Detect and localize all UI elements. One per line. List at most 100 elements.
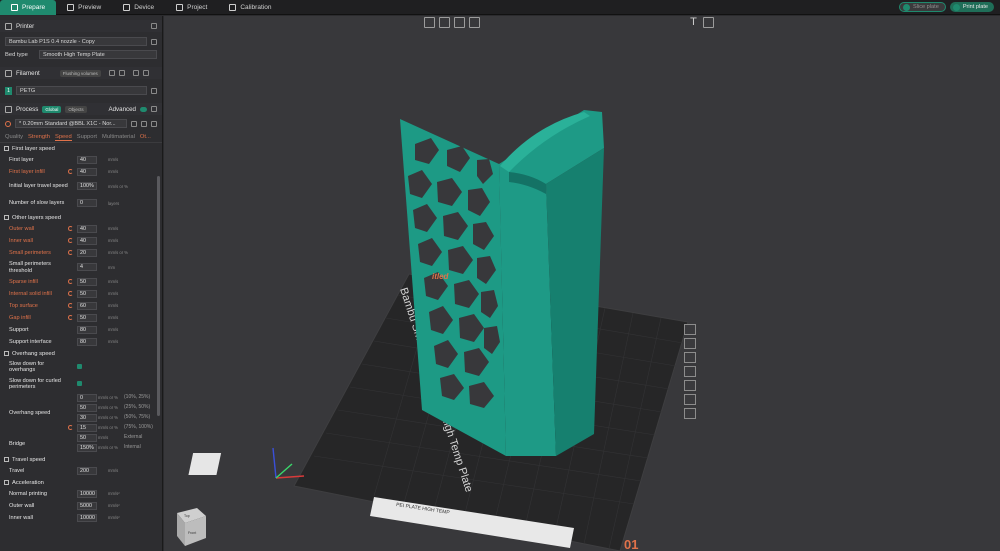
reset-icon[interactable] bbox=[68, 226, 73, 231]
param-input[interactable]: 50 bbox=[77, 314, 97, 322]
printer-select[interactable]: Bambu Lab P1S 0.4 nozzle - Copy bbox=[5, 37, 147, 46]
reset-icon[interactable] bbox=[68, 425, 73, 430]
param-input[interactable]: 80 bbox=[77, 338, 97, 346]
param-input[interactable]: 4 bbox=[77, 263, 97, 271]
print-plate-button[interactable]: Print plate bbox=[949, 2, 994, 12]
slow-down-curled-checkbox[interactable] bbox=[77, 381, 82, 386]
reset-icon[interactable] bbox=[68, 169, 73, 174]
tab-others[interactable]: Ot... bbox=[140, 134, 151, 140]
reset-icon[interactable] bbox=[68, 291, 73, 296]
bed-type-row: Bed type Smooth High Temp Plate bbox=[0, 49, 162, 60]
tab-device[interactable]: Device bbox=[112, 0, 165, 15]
slice-plate-button[interactable]: Slice plate bbox=[899, 2, 946, 12]
close-icon[interactable] bbox=[684, 324, 696, 335]
orient-plate-icon[interactable] bbox=[684, 352, 696, 363]
filament-settings-icon[interactable] bbox=[142, 70, 149, 76]
global-toggle[interactable]: Global bbox=[42, 105, 62, 113]
edit-filament-icon[interactable] bbox=[151, 87, 157, 94]
param-row: Top surface 60 mm/s bbox=[9, 302, 119, 310]
flushing-volumes-button[interactable]: Flushing volumes bbox=[59, 69, 101, 77]
param-row: 150% mm/s or % Internal bbox=[0, 443, 160, 453]
tab-multimaterial[interactable]: Multimaterial bbox=[102, 134, 135, 140]
param-input[interactable]: 0 bbox=[77, 199, 97, 207]
param-input[interactable]: 40 bbox=[77, 168, 97, 176]
tab-speed[interactable]: Speed bbox=[54, 134, 72, 141]
param-input[interactable]: 50 bbox=[77, 404, 97, 412]
param-input[interactable]: 40 bbox=[77, 225, 97, 233]
param-row: Outer wall 5000 mm/s² bbox=[9, 502, 120, 510]
3d-viewport[interactable]: T Bambu Smooth PEI Plate | High Temp Pla… bbox=[164, 16, 1000, 551]
save-profile-icon[interactable] bbox=[131, 120, 137, 127]
filament-section-header: Filament Flushing volumes bbox=[0, 67, 162, 79]
plate-number: 01 bbox=[624, 537, 638, 551]
param-input[interactable]: 10000 bbox=[77, 514, 97, 522]
process-settings-icon[interactable] bbox=[151, 106, 157, 112]
param-row: Slow down for overhangs bbox=[0, 359, 162, 375]
param-input[interactable]: 100% bbox=[77, 182, 97, 190]
slow-down-overhangs-checkbox[interactable] bbox=[77, 364, 82, 369]
param-row: 30 mm/s or % (50%, 75%) bbox=[0, 413, 160, 423]
process-section-header: Process Global Objects Advanced bbox=[0, 103, 162, 115]
param-input[interactable]: 30 bbox=[77, 414, 97, 422]
dropdown-icon[interactable] bbox=[903, 3, 910, 11]
settings-icon[interactable] bbox=[684, 380, 696, 391]
sync-filament-icon[interactable] bbox=[132, 70, 139, 76]
overhang-group: Overhang speed bbox=[0, 348, 162, 359]
dropdown-icon[interactable] bbox=[952, 3, 960, 11]
bed-type-select[interactable]: Smooth High Temp Plate bbox=[39, 50, 157, 59]
param-input[interactable]: 50 bbox=[77, 278, 97, 286]
reset-icon[interactable] bbox=[68, 315, 73, 320]
tab-support[interactable]: Support bbox=[77, 134, 97, 140]
filament-map-icon[interactable] bbox=[684, 408, 696, 419]
param-input[interactable]: 80 bbox=[77, 326, 97, 334]
project-icon bbox=[176, 3, 184, 11]
param-input[interactable]: 40 bbox=[77, 156, 97, 164]
param-input[interactable]: 15 bbox=[77, 424, 97, 432]
arrange-plate-icon[interactable] bbox=[684, 338, 696, 349]
view-cube-top-label: Top bbox=[184, 514, 190, 518]
add-filament-icon[interactable] bbox=[108, 70, 115, 76]
filament-slot-number: 1 bbox=[5, 86, 12, 95]
param-input[interactable]: 200 bbox=[77, 467, 97, 475]
param-input[interactable]: 5000 bbox=[77, 502, 97, 510]
printer-settings-icon[interactable] bbox=[151, 23, 157, 29]
tab-preview[interactable]: Preview bbox=[56, 0, 112, 15]
process-profile-select[interactable]: * 0.20mm Standard @BBL X1C - Nor... bbox=[15, 119, 127, 128]
reset-icon[interactable] bbox=[68, 303, 73, 308]
tab-quality[interactable]: Quality bbox=[5, 134, 23, 140]
param-row: Small perimeters 20 mm/s or % bbox=[9, 249, 129, 257]
lock-icon[interactable] bbox=[684, 366, 696, 377]
tab-strength[interactable]: Strength bbox=[28, 134, 50, 140]
travel-group: Travel speed bbox=[0, 454, 162, 465]
param-row: Normal printing 10000 mm/s² bbox=[9, 490, 120, 498]
objects-toggle[interactable]: Objects bbox=[65, 105, 87, 113]
advanced-toggle[interactable] bbox=[140, 106, 147, 112]
param-input[interactable]: 40 bbox=[77, 237, 97, 245]
tab-calibration[interactable]: Calibration bbox=[218, 0, 282, 15]
reset-icon[interactable] bbox=[68, 279, 73, 284]
view-cube-front-label: Front bbox=[188, 531, 196, 535]
reset-profile-icon[interactable] bbox=[5, 120, 11, 127]
tab-prepare[interactable]: Prepare bbox=[0, 0, 57, 15]
filament-select[interactable]: PETG bbox=[16, 86, 147, 95]
param-input[interactable]: 60 bbox=[77, 302, 97, 310]
param-input[interactable]: 20 bbox=[77, 249, 97, 257]
reset-icon[interactable] bbox=[68, 250, 73, 255]
param-input[interactable]: 150% bbox=[77, 444, 97, 452]
tab-project[interactable]: Project bbox=[165, 0, 218, 15]
search-icon[interactable] bbox=[151, 120, 157, 127]
reset-icon[interactable] bbox=[68, 238, 73, 243]
rename-icon[interactable] bbox=[684, 394, 696, 405]
top-toolbar: Prepare Preview Device Project Calibrati… bbox=[0, 0, 1000, 15]
param-input[interactable]: 50 bbox=[77, 290, 97, 298]
param-row: Support 80 mm/s bbox=[9, 326, 119, 334]
param-input[interactable]: 0 bbox=[77, 394, 97, 402]
param-row: 15 mm/s or % (75%, 100%) bbox=[0, 423, 160, 433]
param-input[interactable]: 50 bbox=[77, 434, 97, 442]
edit-printer-icon[interactable] bbox=[151, 38, 157, 45]
param-input[interactable]: 10000 bbox=[77, 490, 97, 498]
remove-filament-icon[interactable] bbox=[118, 70, 125, 76]
printer-icon bbox=[5, 22, 12, 30]
panel-scrollbar[interactable] bbox=[157, 176, 160, 416]
compare-profile-icon[interactable] bbox=[141, 120, 147, 127]
